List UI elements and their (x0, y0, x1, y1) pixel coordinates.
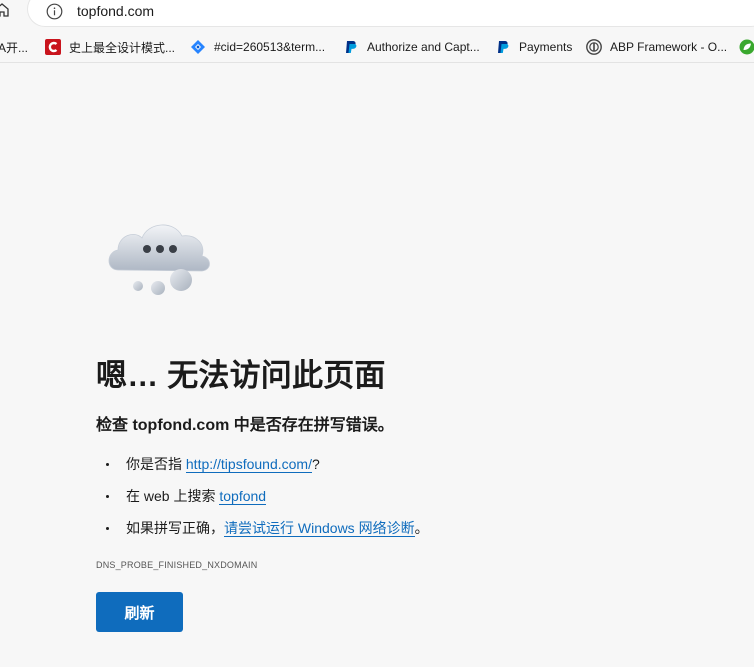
bookmark-item[interactable] (739, 38, 754, 56)
bullet (106, 463, 109, 466)
bookmark-item[interactable]: A开... (0, 38, 28, 56)
address-bar-strip: topfond.com (0, 0, 754, 30)
green-leaf-icon (739, 39, 754, 55)
bookmark-label: ABP Framework - O... (610, 40, 728, 54)
paypal-icon (346, 41, 357, 53)
bookmarks-bar: A开... 史上最全设计模式... #cid=260513&term... Au… (0, 30, 754, 63)
bookmark-item[interactable]: 史上最全设计模式... (45, 38, 175, 56)
bullet (106, 527, 109, 530)
bookmark-label: Payments (519, 40, 573, 54)
error-description: 检查 topfond.com 中是否存在拼写错误。 (96, 417, 394, 434)
network-diagnostics-link[interactable]: 请尝试运行 Windows 网络诊断 (224, 520, 415, 537)
error-code: DNS_PROBE_FINISHED_NXDOMAIN (96, 560, 258, 570)
refresh-button[interactable]: 刷新 (96, 592, 183, 632)
bookmark-item[interactable]: #cid=260513&term... (190, 38, 325, 56)
abp-icon (586, 39, 602, 55)
list-item: 在 web 上搜索 topfond (96, 484, 429, 516)
paypal-icon (498, 41, 509, 53)
site-info-icon[interactable] (46, 3, 63, 20)
csdn-icon (45, 39, 61, 55)
suggestion-link[interactable]: http://tipsfound.com/ (185, 456, 312, 473)
bookmark-label: 史上最全设计模式... (69, 40, 176, 55)
bullet (106, 495, 109, 498)
offline-cloud-icon (108, 224, 210, 295)
bookmark-item[interactable]: Payments (495, 38, 572, 56)
bookmark-item[interactable]: ABP Framework - O... (586, 38, 727, 56)
bookmark-item[interactable]: Authorize and Capt... (343, 38, 480, 56)
bookmark-label: Authorize and Capt... (367, 40, 480, 54)
home-icon[interactable] (0, 2, 10, 18)
suggestion-list: 你是否指 http://tipsfound.com/? 在 web 上搜索 to… (96, 452, 429, 548)
bookmark-label: A开... (0, 40, 29, 55)
list-item: 如果拼写正确，请尝试运行 Windows 网络诊断。 (96, 516, 429, 548)
web-search-link[interactable]: topfond (219, 488, 267, 505)
url-text[interactable]: topfond.com (77, 3, 154, 19)
address-bar[interactable]: topfond.com (28, 0, 754, 26)
list-item: 你是否指 http://tipsfound.com/? (96, 452, 429, 484)
bookmark-label: #cid=260513&term... (214, 40, 326, 54)
page-title: 嗯… 无法访问此页面 (96, 358, 386, 393)
jira-icon (191, 40, 205, 54)
